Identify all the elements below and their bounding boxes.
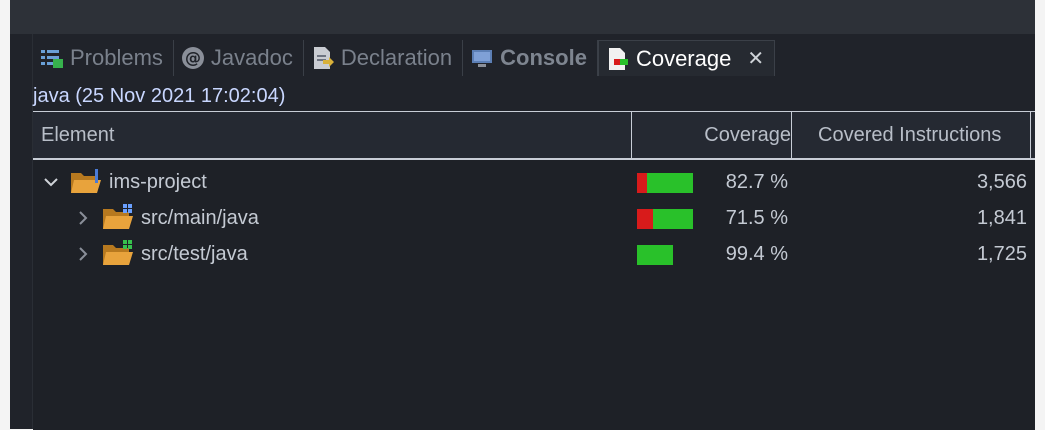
chevron-right-icon[interactable] <box>73 244 93 264</box>
source-folder-icon <box>101 203 135 233</box>
table-row[interactable]: src/main/java 71.5 % 1,841 <box>33 200 1035 236</box>
tab-console[interactable]: Console <box>463 40 598 76</box>
row-name: ims-project <box>109 170 207 193</box>
coverage-percent: 71.5 % <box>725 207 788 229</box>
coverage-table: Element Coverage Covered Instructions im… <box>33 111 1035 430</box>
row-name: src/test/java <box>141 242 248 265</box>
table-header: Element Coverage Covered Instructions <box>33 112 1035 160</box>
left-gutter <box>10 34 33 429</box>
close-icon[interactable]: ✕ <box>747 46 764 71</box>
coverage-percent: 99.4 % <box>725 243 788 265</box>
tab-javadoc[interactable]: @ Javadoc <box>174 40 304 76</box>
top-toolbar-strip <box>10 0 1035 34</box>
project-folder-icon <box>69 167 103 197</box>
coverage-session-label: java (25 Nov 2021 17:02:04) <box>33 85 286 107</box>
covered-instructions: 1,841 <box>976 207 1027 229</box>
view-tab-bar: Problems @ Javadoc Declaration Console C… <box>33 38 776 78</box>
svg-text:@: @ <box>185 48 201 67</box>
covered-instructions: 3,566 <box>976 171 1027 193</box>
tab-problems[interactable]: Problems <box>33 40 174 76</box>
javadoc-icon: @ <box>180 45 206 71</box>
tab-label: Console <box>500 45 587 70</box>
table-row[interactable]: src/test/java 99.4 % 1,725 <box>33 236 1035 272</box>
tab-label: Problems <box>70 45 163 70</box>
coverage-icon <box>605 46 631 72</box>
chevron-right-icon[interactable] <box>73 208 93 228</box>
table-row[interactable]: ims-project 82.7 % 3,566 <box>33 164 1035 200</box>
problems-icon <box>39 45 65 71</box>
console-icon <box>469 45 495 71</box>
tab-label: Coverage <box>635 45 732 71</box>
column-header-element[interactable]: Element <box>41 112 631 158</box>
test-folder-icon <box>101 239 135 269</box>
tab-label: Javadoc <box>210 45 293 70</box>
tab-label: Declaration <box>340 45 453 70</box>
coverage-percent: 82.7 % <box>725 171 788 193</box>
chevron-down-icon[interactable] <box>41 172 61 192</box>
column-header-covered-instructions[interactable]: Covered Instructions <box>791 112 1031 158</box>
column-header-coverage[interactable]: Coverage <box>631 112 791 158</box>
tab-declaration[interactable]: Declaration <box>304 40 464 76</box>
tab-coverage[interactable]: Coverage ✕ <box>597 40 776 76</box>
row-name: src/main/java <box>141 206 259 229</box>
declaration-icon <box>310 45 336 71</box>
covered-instructions: 1,725 <box>976 243 1027 265</box>
